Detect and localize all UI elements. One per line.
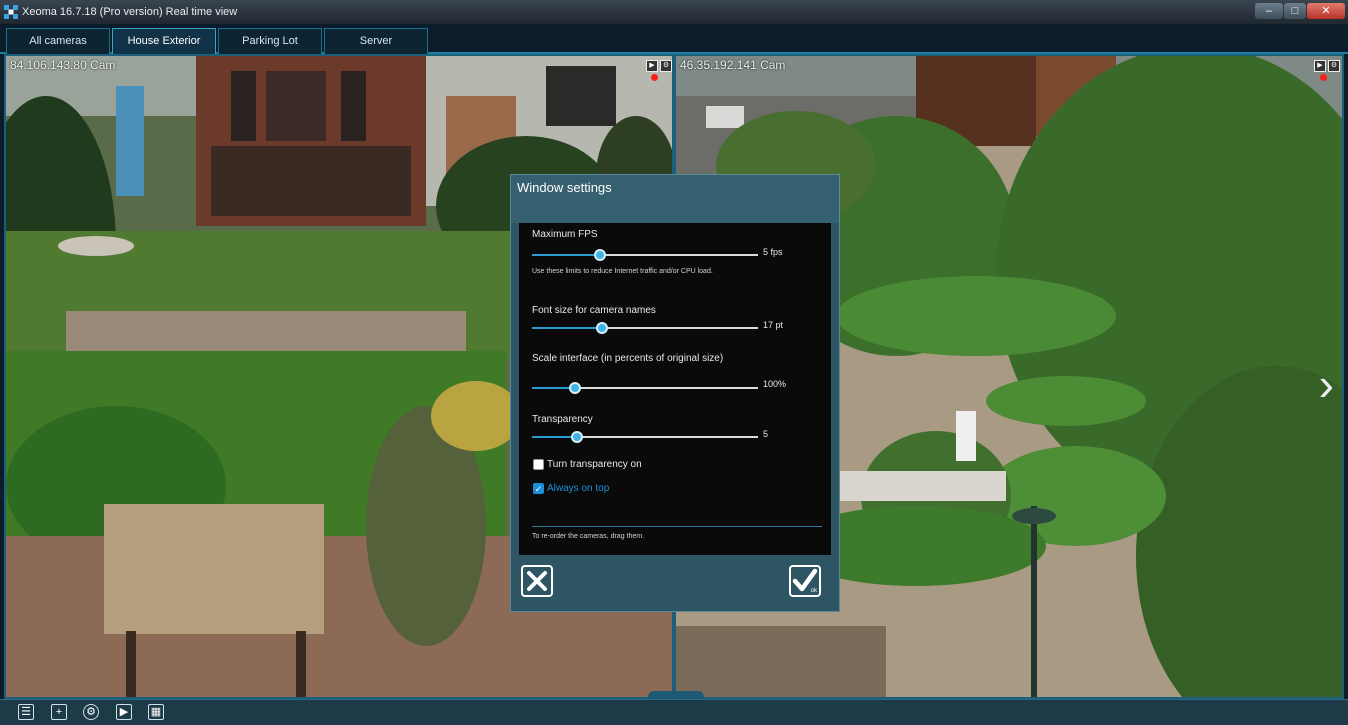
scale-slider[interactable]	[532, 382, 758, 394]
close-icon	[527, 571, 547, 591]
tab-house-exterior[interactable]: House Exterior	[112, 28, 216, 54]
settings-icon[interactable]: ⚙	[1328, 60, 1340, 72]
camera-name-label: 84.106.143.80 Cam	[10, 58, 116, 72]
minimize-button[interactable]: –	[1255, 3, 1283, 19]
font-size-label: Font size for camera names	[532, 305, 656, 316]
gear-icon[interactable]: ⚙	[83, 704, 99, 720]
transparency-slider[interactable]	[532, 431, 758, 443]
transparency-label: Transparency	[532, 414, 593, 425]
settings-icon[interactable]: ⚙	[660, 60, 672, 72]
title-bar: Xeoma 16.7.18 (Pro version) Real time vi…	[0, 0, 1348, 24]
toolbar-handle[interactable]	[648, 691, 704, 699]
window-title: Xeoma 16.7.18 (Pro version) Real time vi…	[22, 6, 238, 18]
list-menu-icon[interactable]: ☰	[18, 704, 34, 720]
ok-button[interactable]: ok	[789, 565, 821, 597]
add-camera-icon[interactable]: +	[51, 704, 67, 720]
tab-server[interactable]: Server	[324, 28, 428, 54]
scale-value: 100%	[763, 379, 787, 389]
font-size-value: 17 pt	[763, 320, 784, 330]
dialog-body: Maximum FPS 5 fps Use these limits to re…	[519, 223, 831, 555]
slider-thumb[interactable]	[593, 249, 606, 261]
tab-bar: All cameras House Exterior Parking Lot S…	[0, 24, 1348, 54]
always-on-top-label[interactable]: Always on top	[547, 483, 609, 494]
play-icon[interactable]: ▶	[116, 704, 132, 720]
traffic-hint: Use these limits to reduce Internet traf…	[532, 268, 713, 275]
ok-sub-label: ok	[810, 588, 817, 594]
max-fps-label: Maximum FPS	[532, 229, 598, 240]
tab-all-cameras[interactable]: All cameras	[6, 28, 110, 54]
always-on-top-checkbox[interactable]: ✓	[533, 483, 544, 494]
slider-fill	[532, 327, 603, 329]
slider-thumb[interactable]	[571, 431, 584, 443]
slider-thumb[interactable]	[596, 322, 609, 334]
reorder-hint: To re-order the cameras, drag them.	[532, 533, 645, 540]
camera-controls: ▶ ⚙	[646, 60, 672, 72]
scale-label: Scale interface (in percents of original…	[532, 353, 724, 364]
turn-transparency-checkbox[interactable]	[533, 459, 544, 470]
recording-indicator	[651, 74, 658, 81]
close-window-button[interactable]: ✕	[1307, 3, 1345, 19]
cancel-button[interactable]	[521, 565, 553, 597]
dialog-divider	[532, 526, 822, 527]
maximize-button[interactable]: □	[1284, 3, 1306, 19]
dialog-header: Window settings	[511, 175, 839, 223]
slider-thumb[interactable]	[568, 382, 581, 394]
slider-fill	[532, 254, 600, 256]
transparency-value: 5	[763, 429, 769, 439]
play-icon[interactable]: ▶	[1314, 60, 1326, 72]
font-size-slider[interactable]	[532, 322, 758, 334]
window-settings-dialog: Window settings Maximum FPS 5 fps Use th…	[510, 174, 840, 612]
xeoma-logo-icon	[4, 5, 18, 19]
turn-transparency-label[interactable]: Turn transparency on	[547, 459, 642, 470]
next-page-arrow-icon[interactable]: ›	[1319, 361, 1334, 407]
dialog-title: Window settings	[517, 180, 612, 195]
bottom-toolbar: ☰ + ⚙ ▶ ▦	[0, 691, 1348, 725]
camera-controls: ▶ ⚙	[1314, 60, 1340, 72]
max-fps-slider[interactable]	[532, 249, 758, 261]
camera-name-label: 46.35.192.141 Cam	[680, 58, 786, 72]
max-fps-value: 5 fps	[763, 247, 783, 257]
layout-grid-icon[interactable]: ▦	[148, 704, 164, 720]
recording-indicator	[1320, 74, 1327, 81]
play-icon[interactable]: ▶	[646, 60, 658, 72]
tab-parking-lot[interactable]: Parking Lot	[218, 28, 322, 54]
